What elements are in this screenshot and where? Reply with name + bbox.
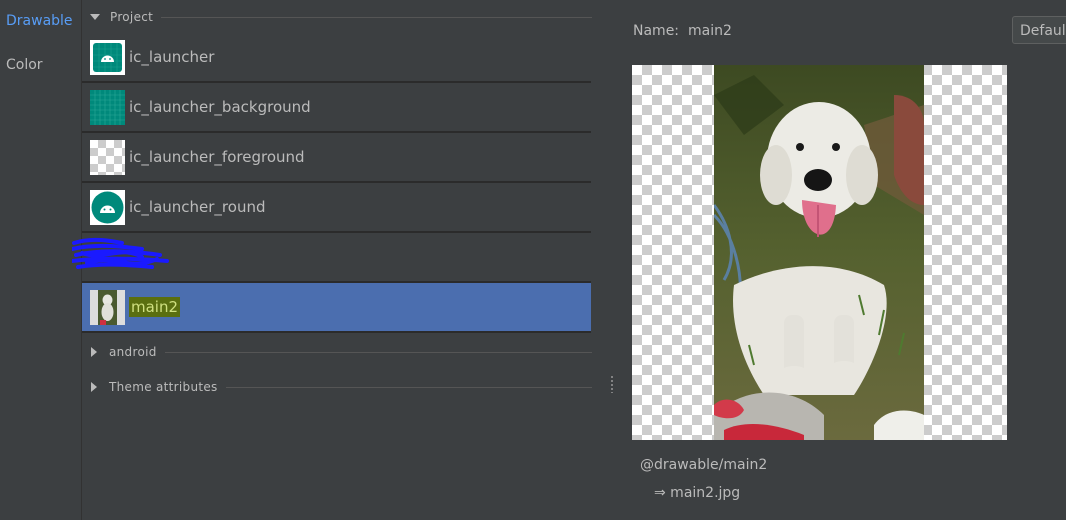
group-label: Project — [110, 10, 154, 24]
group-label: android — [109, 345, 157, 359]
divider — [225, 386, 592, 388]
resource-type-sidebar: Drawable Color — [0, 0, 82, 520]
group-label: Theme attributes — [109, 380, 218, 394]
resource-row-redacted[interactable] — [72, 233, 591, 283]
density-dropdown[interactable]: Default — [1012, 16, 1066, 44]
resource-name: ic_launcher_round — [129, 198, 266, 216]
chevron-right-icon — [91, 347, 97, 357]
resource-name: ic_launcher — [129, 48, 215, 66]
dog-photo-thumbnail — [90, 289, 125, 325]
chevron-right-icon — [91, 382, 97, 392]
divider — [164, 351, 592, 353]
resource-name: main2 — [129, 297, 181, 317]
resource-name: ic_launcher_foreground — [129, 148, 305, 166]
name-value: main2 — [688, 23, 732, 39]
group-header-theme-attributes[interactable]: Theme attributes — [82, 377, 592, 397]
resource-row-ic-launcher-background[interactable]: ic_launcher_background — [82, 83, 591, 133]
transparent-foreground-icon — [90, 139, 125, 175]
grid-background-icon — [90, 89, 125, 125]
resource-row-ic-launcher-foreground[interactable]: ic_launcher_foreground — [82, 133, 591, 183]
nav-item-color[interactable]: Color — [6, 57, 43, 73]
resource-detail-panel: Name: main2 Default — [614, 0, 1066, 520]
resource-row-ic-launcher-round[interactable]: ic_launcher_round — [82, 183, 591, 233]
dog-photo — [714, 65, 924, 440]
drawable-path: @drawable/main2 — [640, 457, 768, 473]
nav-item-drawable[interactable]: Drawable — [6, 13, 73, 29]
resource-list: Project ic_launcher ic_launcher_backgrou… — [72, 0, 592, 520]
divider — [161, 16, 592, 18]
android-launcher-icon — [90, 39, 125, 75]
resource-name: ic_launcher_background — [129, 98, 311, 116]
name-label: Name: — [633, 23, 680, 39]
group-header-project[interactable]: Project — [82, 7, 592, 27]
group-header-android[interactable]: android — [82, 342, 592, 362]
resource-row-main2[interactable]: main2 — [82, 283, 591, 333]
source-file: ⇒ main2.jpg — [654, 485, 741, 501]
resource-row-ic-launcher[interactable]: ic_launcher — [82, 33, 591, 83]
chevron-down-icon — [90, 14, 100, 20]
android-round-icon — [90, 189, 125, 225]
drawable-preview — [632, 65, 1007, 440]
redaction-scribble — [72, 237, 169, 269]
